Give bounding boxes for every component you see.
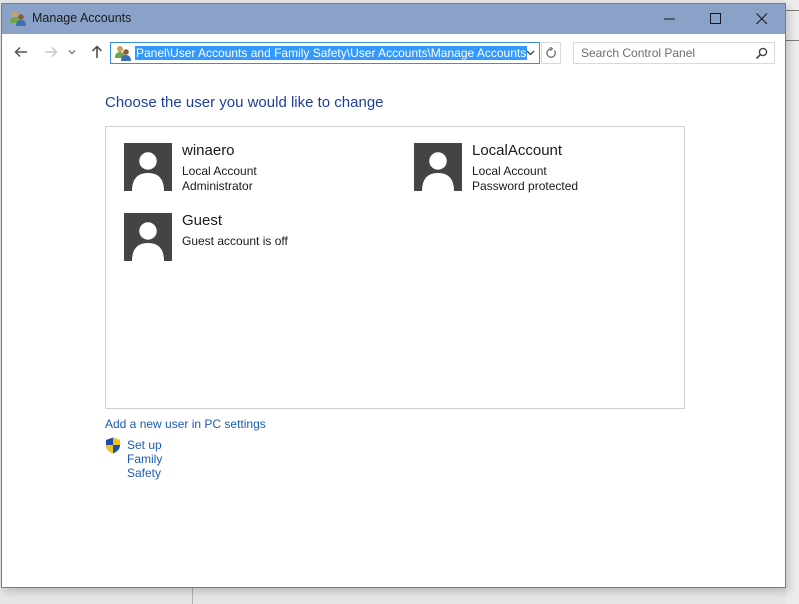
minimize-button[interactable] [647,4,693,34]
back-button[interactable] [12,44,30,60]
background-window-edge [786,40,799,41]
avatar [124,213,172,261]
user-status: Password protected [472,179,579,193]
maximize-button[interactable] [693,4,739,34]
avatar [414,143,462,191]
user-silhouette-icon [422,150,454,191]
family-safety-link[interactable]: Set up Family Safety [127,438,162,480]
user-tile-guest[interactable]: Guest Guest account is off [124,212,394,263]
users-icon [10,11,26,26]
manage-accounts-window: Manage Accounts Panel\User Accounts and … [1,3,786,588]
user-account-type: Local Account [182,164,257,178]
forward-button[interactable] [42,44,60,60]
arrow-left-icon [14,46,27,58]
close-icon [756,13,768,25]
user-account-type: Local Account [472,164,547,178]
user-name: Guest [182,212,223,229]
chevron-down-icon [68,50,76,55]
user-silhouette-icon [132,150,164,191]
shield-icon [106,437,120,454]
recent-locations-button[interactable] [66,44,78,60]
user-name: winaero [182,142,235,159]
background-window-edge [786,10,799,11]
background-divider [192,588,193,604]
user-name: LocalAccount [472,142,563,159]
user-role: Administrator [182,179,253,193]
maximize-icon [710,13,721,24]
window-title: Manage Accounts [32,11,132,25]
title-bar[interactable]: Manage Accounts [2,4,785,34]
page-heading: Choose the user you would like to change [105,94,384,111]
user-tile-winaero[interactable]: winaero Local Account Administrator [124,142,394,193]
add-user-link[interactable]: Add a new user in PC settings [105,417,266,431]
close-button[interactable] [739,4,785,34]
user-tile-localaccount[interactable]: LocalAccount Local Account Password prot… [414,142,684,193]
search-icon[interactable] [755,47,768,60]
background-desktop [786,0,799,604]
refresh-button[interactable] [541,42,561,64]
refresh-icon [546,47,556,58]
address-dropdown-button[interactable] [523,45,537,61]
search-input[interactable]: Search Control Panel [573,42,775,64]
avatar [124,143,172,191]
address-path[interactable]: Panel\User Accounts and Family Safety\Us… [135,46,528,60]
minimize-icon [664,18,675,20]
chevron-down-icon [526,50,534,56]
navigation-bar: Panel\User Accounts and Family Safety\Us… [2,34,785,70]
user-list: winaero Local Account Administrator Loca… [105,126,685,409]
address-bar[interactable]: Panel\User Accounts and Family Safety\Us… [110,42,540,64]
up-button[interactable] [88,44,106,60]
users-icon [115,46,131,61]
user-silhouette-icon [132,220,164,261]
user-status: Guest account is off [182,234,288,248]
search-placeholder: Search Control Panel [581,46,696,60]
arrow-up-icon [91,45,103,58]
arrow-right-icon [45,46,58,58]
